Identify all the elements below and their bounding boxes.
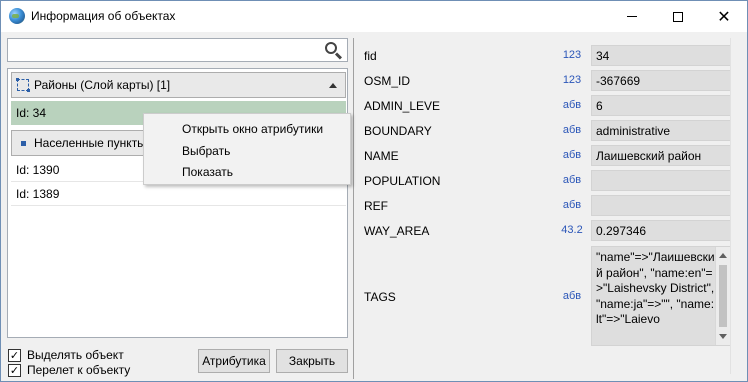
text-type-icon: абв xyxy=(562,174,582,186)
properties-scrollbar[interactable] xyxy=(730,38,743,374)
property-value[interactable]: 6 xyxy=(591,95,731,116)
property-name: WAY_AREA xyxy=(364,224,430,238)
property-row-tags: TAGS абв "name"=>"Лаишевский район", "na… xyxy=(354,244,745,348)
text-type-icon: абв xyxy=(562,124,582,136)
property-name: POPULATION xyxy=(364,174,441,188)
globe-icon xyxy=(9,8,25,24)
scroll-up-arrow-icon[interactable] xyxy=(719,253,727,258)
property-name: TAGS xyxy=(364,290,396,304)
close-icon: ✕ xyxy=(717,6,731,26)
numeric-type-icon: 123 xyxy=(562,74,582,86)
maximize-icon xyxy=(673,11,683,22)
decimal-type-icon: 43.2 xyxy=(561,224,583,236)
text-type-icon: абв xyxy=(562,290,582,302)
text-type-icon: абв xyxy=(562,149,582,161)
property-name: OSM_ID xyxy=(364,74,411,88)
property-name: NAME xyxy=(364,149,399,163)
context-menu: Открыть окно атрибутики Выбрать Показать xyxy=(143,113,351,185)
tags-value-textarea[interactable]: "name"=>"Лаишевский район", "name:en"=>"… xyxy=(591,246,731,346)
property-value[interactable] xyxy=(591,195,731,216)
property-value[interactable]: 0.297346 xyxy=(591,220,731,241)
object-info-window: Информация об объектах ✕ Районы (Слой ка… xyxy=(0,0,748,382)
property-row-name: NAME абв Лаишевский район xyxy=(354,143,745,168)
group-label: Районы (Слой карты) [1] xyxy=(34,78,171,92)
minimize-icon xyxy=(627,16,637,17)
fly-to-object-checkbox[interactable]: ✓ xyxy=(8,363,21,377)
tree-group-districts[interactable]: Районы (Слой карты) [1] xyxy=(11,72,346,98)
property-name: REF xyxy=(364,199,388,213)
collapse-arrow-icon[interactable] xyxy=(329,83,337,88)
property-name: ADMIN_LEVE xyxy=(364,99,441,113)
search-icon[interactable] xyxy=(323,40,343,60)
menu-item-open-attributes[interactable]: Открыть окно атрибутики xyxy=(145,118,349,139)
property-value[interactable]: -367669 xyxy=(591,70,731,91)
property-name: BOUNDARY xyxy=(364,124,432,138)
property-name: fid xyxy=(364,49,377,63)
attributes-button[interactable]: Атрибутика xyxy=(198,349,270,373)
menu-item-select[interactable]: Выбрать xyxy=(145,140,349,161)
tags-scrollbar[interactable] xyxy=(715,247,730,345)
property-row-admin-leve: ADMIN_LEVE абв 6 xyxy=(354,93,745,118)
tags-text: "name"=>"Лаишевский район", "name:en"=>"… xyxy=(596,250,715,326)
tree-row[interactable]: Id: 1389 xyxy=(11,182,346,206)
menu-item-show[interactable]: Показать xyxy=(145,161,349,182)
text-type-icon: абв xyxy=(562,199,582,211)
title-bar[interactable]: Информация об объектах ✕ xyxy=(1,1,747,32)
group-label: Населенные пункты xyxy=(34,136,146,150)
checkmark-icon: ✓ xyxy=(9,348,20,362)
highlight-object-option[interactable]: ✓ Выделять объект xyxy=(8,348,124,362)
checkbox-label: Перелет к объекту xyxy=(27,363,131,377)
property-row-way-area: WAY_AREA 43.2 0.297346 xyxy=(354,218,745,243)
window-title: Информация об объектах xyxy=(31,9,176,23)
property-value[interactable] xyxy=(591,170,731,191)
numeric-type-icon: 123 xyxy=(562,49,582,61)
minimize-button[interactable] xyxy=(609,1,655,32)
scroll-thumb[interactable] xyxy=(719,265,727,327)
layer-icon xyxy=(16,78,30,92)
close-button[interactable]: Закрыть xyxy=(276,349,348,373)
property-value[interactable]: administrative xyxy=(591,120,731,141)
property-row-boundary: BOUNDARY абв administrative xyxy=(354,118,745,143)
maximize-button[interactable] xyxy=(655,1,701,32)
property-row-ref: REF абв xyxy=(354,193,745,218)
tree-row-label: Id: 34 xyxy=(16,106,47,120)
point-layer-icon xyxy=(17,137,29,149)
scroll-down-arrow-icon[interactable] xyxy=(719,334,727,339)
property-value[interactable]: Лаишевский район xyxy=(591,145,731,166)
fly-to-object-option[interactable]: ✓ Перелет к объекту xyxy=(8,363,130,377)
property-row-fid: fid 123 34 xyxy=(354,43,745,68)
tree-row-label: Id: 1389 xyxy=(16,186,60,201)
property-value[interactable]: 34 xyxy=(591,45,731,66)
checkmark-icon: ✓ xyxy=(9,363,20,377)
text-type-icon: абв xyxy=(562,99,582,111)
object-tree[interactable]: Районы (Слой карты) [1] Id: 34 Населенны… xyxy=(7,68,348,338)
search-input[interactable] xyxy=(7,38,348,62)
checkbox-label: Выделять объект xyxy=(27,348,124,362)
property-row-osm-id: OSM_ID 123 -367669 xyxy=(354,68,745,93)
tree-row-label: Id: 1390 xyxy=(16,162,60,177)
properties-pane: fid 123 34 OSM_ID 123 -367669 ADMIN_LEVE… xyxy=(353,38,744,379)
close-window-button[interactable]: ✕ xyxy=(701,1,747,32)
property-row-population: POPULATION абв xyxy=(354,168,745,193)
highlight-object-checkbox[interactable]: ✓ xyxy=(8,348,21,362)
